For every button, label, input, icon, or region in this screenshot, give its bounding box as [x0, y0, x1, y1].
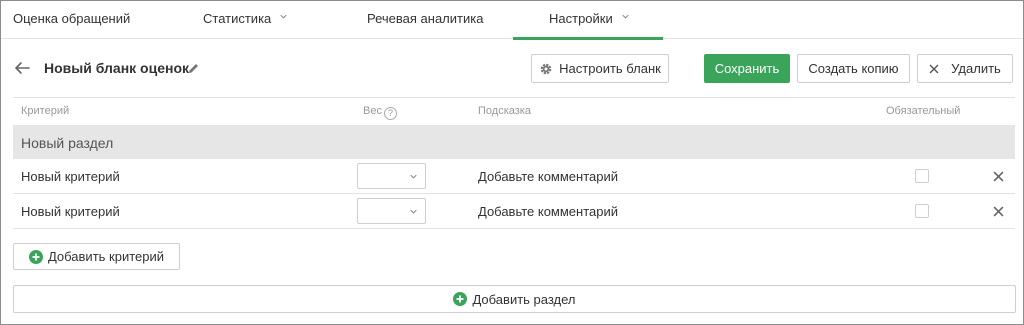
tab-speech-analytics[interactable]: Речевая аналитика	[367, 1, 483, 39]
table-row: Новый критерий Добавьте комментарий	[13, 159, 1015, 194]
chevron-down-icon	[622, 14, 629, 19]
criterion-name[interactable]: Новый критерий	[21, 169, 120, 184]
column-weight: Вес?	[363, 105, 397, 120]
app-frame: Оценка обращений Статистика Речевая анал…	[0, 0, 1024, 325]
tab-statistics[interactable]: Статистика	[203, 1, 287, 39]
table-row: Новый критерий Добавьте комментарий	[13, 194, 1015, 229]
column-criterion: Критерий	[21, 105, 70, 117]
required-checkbox[interactable]	[915, 169, 929, 183]
criterion-hint[interactable]: Добавьте комментарий	[478, 169, 618, 184]
close-icon[interactable]	[993, 206, 1004, 217]
close-icon	[929, 64, 939, 73]
column-required: Обязательный	[886, 105, 961, 117]
page-title: Новый бланк оценок	[44, 60, 190, 76]
tab-settings[interactable]: Настройки	[513, 1, 663, 40]
back-arrow-icon[interactable]	[13, 59, 31, 77]
top-nav: Оценка обращений Статистика Речевая анал…	[1, 1, 1023, 40]
save-button[interactable]: Сохранить	[704, 54, 790, 83]
column-hint: Подсказка	[478, 105, 531, 117]
tab-label: Оценка обращений	[13, 11, 131, 26]
column-weight-label: Вес	[363, 105, 382, 117]
close-icon[interactable]	[993, 171, 1004, 182]
chevron-down-icon	[410, 209, 417, 214]
tab-label: Настройки	[549, 11, 613, 26]
delete-label: Удалить	[951, 61, 1001, 76]
setup-form-label: Настроить бланк	[559, 61, 661, 76]
criterion-hint[interactable]: Добавьте комментарий	[478, 204, 618, 219]
plus-circle-icon	[28, 249, 43, 264]
delete-button[interactable]: Удалить	[917, 54, 1013, 83]
section-title: Новый раздел	[21, 135, 114, 151]
add-section-button[interactable]: Добавить раздел	[13, 285, 1016, 313]
criterion-name[interactable]: Новый критерий	[21, 204, 120, 219]
gear-icon	[540, 63, 552, 74]
chevron-down-icon	[280, 14, 287, 19]
edit-pencil-icon[interactable]	[187, 62, 200, 75]
chevron-down-icon	[410, 174, 417, 179]
tab-evaluation[interactable]: Оценка обращений	[13, 1, 130, 39]
tab-label: Речевая аналитика	[367, 11, 484, 26]
setup-form-button[interactable]: Настроить бланк	[531, 54, 669, 83]
plus-circle-icon	[453, 292, 468, 306]
weight-select[interactable]	[357, 198, 426, 224]
section-header[interactable]: Новый раздел	[13, 125, 1015, 159]
table-header: Критерий Вес? Подсказка Обязательный	[13, 97, 1015, 125]
help-icon[interactable]: ?	[383, 107, 397, 120]
add-criterion-button[interactable]: Добавить критерий	[13, 243, 180, 270]
create-copy-button[interactable]: Создать копию	[797, 54, 910, 83]
required-checkbox[interactable]	[915, 204, 929, 218]
tab-label: Статистика	[203, 11, 272, 26]
add-criterion-label: Добавить критерий	[47, 249, 165, 264]
add-section-label: Добавить раздел	[472, 291, 576, 307]
weight-select[interactable]	[357, 163, 426, 189]
